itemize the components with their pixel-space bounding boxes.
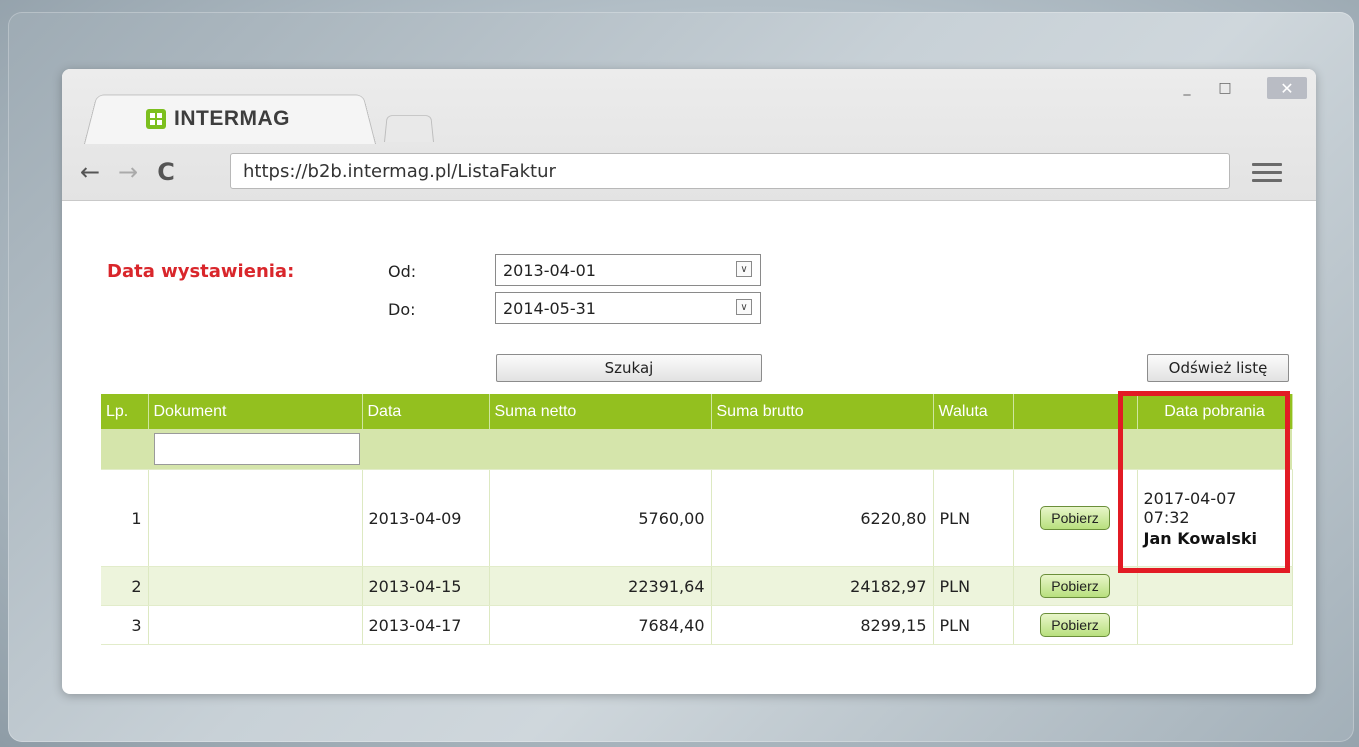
download-date: 2017-04-07 07:32 — [1143, 488, 1237, 527]
to-label: Do: — [388, 300, 416, 319]
invoice-table: Lp. Dokument Data Suma netto Suma brutto… — [101, 394, 1293, 645]
column-header[interactable]: Waluta — [933, 394, 1014, 429]
browser-chrome: INTERMAG _ □ ✕ ← → C https://b2b.interma… — [62, 69, 1316, 201]
tab-label[interactable]: INTERMAG — [146, 106, 290, 132]
date-cell: 2013-04-09 — [362, 469, 490, 567]
dropdown-arrow-icon[interactable]: ∨ — [736, 261, 752, 277]
new-tab-button[interactable] — [384, 115, 434, 142]
from-date-value: 2013-04-01 — [503, 260, 596, 280]
maximize-button[interactable]: □ — [1210, 77, 1240, 99]
document-filter-input[interactable] — [154, 433, 360, 465]
refresh-list-button[interactable]: Odśwież listę — [1147, 354, 1289, 382]
document-cell — [148, 605, 363, 645]
column-header[interactable]: Suma netto — [489, 394, 712, 429]
download-date-cell: 2017-04-07 07:32 Jan Kowalski — [1137, 469, 1293, 567]
dropdown-arrow-icon[interactable]: ∨ — [736, 299, 752, 315]
currency-cell: PLN — [933, 605, 1014, 645]
row-number: 1 — [101, 469, 149, 567]
from-label: Od: — [388, 262, 417, 281]
net-sum-cell: 5760,00 — [489, 469, 712, 567]
download-date-cell — [1137, 566, 1293, 606]
back-arrow-icon[interactable]: ← — [76, 157, 104, 187]
browser-window: INTERMAG _ □ ✕ ← → C https://b2b.interma… — [62, 69, 1316, 694]
address-bar[interactable]: https://b2b.intermag.pl/ListaFaktur — [230, 153, 1230, 189]
download-user: Jan Kowalski — [1143, 528, 1258, 548]
download-button[interactable]: Pobierz — [1040, 574, 1110, 598]
currency-cell: PLN — [933, 469, 1014, 567]
download-date-cell — [1137, 605, 1293, 645]
table-header-row: Lp. Dokument Data Suma netto Suma brutto… — [101, 394, 1293, 429]
currency-cell: PLN — [933, 566, 1014, 606]
download-button[interactable]: Pobierz — [1040, 613, 1110, 637]
date-cell: 2013-04-15 — [362, 566, 490, 606]
table-row: 1 2013-04-09 5760,00 6220,80 PLN Pobierz… — [101, 469, 1293, 567]
net-sum-cell: 22391,64 — [489, 566, 712, 606]
reload-icon[interactable]: C — [152, 157, 180, 187]
column-header[interactable]: Data pobrania — [1137, 394, 1293, 429]
date-filter-label: Data wystawienia: — [107, 261, 295, 282]
gross-sum-cell: 8299,15 — [711, 605, 934, 645]
net-sum-cell: 7684,40 — [489, 605, 712, 645]
intermag-logo-icon — [146, 109, 166, 129]
page-content: Data wystawienia: Od: Do: 2013-04-01 ∨ 2… — [62, 201, 1316, 694]
close-button[interactable]: ✕ — [1267, 77, 1307, 99]
row-number: 2 — [101, 566, 149, 606]
to-date-select[interactable]: 2014-05-31 ∨ — [495, 292, 761, 324]
minimize-button[interactable]: _ — [1172, 77, 1202, 99]
from-date-select[interactable]: 2013-04-01 ∨ — [495, 254, 761, 286]
to-date-value: 2014-05-31 — [503, 298, 596, 318]
gross-sum-cell: 6220,80 — [711, 469, 934, 567]
filter-row — [101, 429, 1292, 470]
tab-title: INTERMAG — [174, 107, 290, 130]
download-button[interactable]: Pobierz — [1040, 506, 1110, 530]
table-row: 2 2013-04-15 22391,64 24182,97 PLN Pobie… — [101, 566, 1293, 606]
forward-arrow-icon[interactable]: → — [114, 157, 142, 187]
column-header[interactable]: Suma brutto — [711, 394, 934, 429]
document-cell — [148, 469, 363, 567]
gross-sum-cell: 24182,97 — [711, 566, 934, 606]
column-header[interactable]: Lp. — [101, 394, 149, 429]
search-button[interactable]: Szukaj — [496, 354, 762, 382]
menu-icon[interactable] — [1252, 157, 1282, 187]
date-cell: 2013-04-17 — [362, 605, 490, 645]
column-header[interactable]: Dokument — [148, 394, 363, 429]
table-row: 3 2013-04-17 7684,40 8299,15 PLN Pobierz — [101, 605, 1293, 645]
column-header — [1013, 394, 1138, 429]
column-header[interactable]: Data — [362, 394, 490, 429]
document-cell — [148, 566, 363, 606]
row-number: 3 — [101, 605, 149, 645]
